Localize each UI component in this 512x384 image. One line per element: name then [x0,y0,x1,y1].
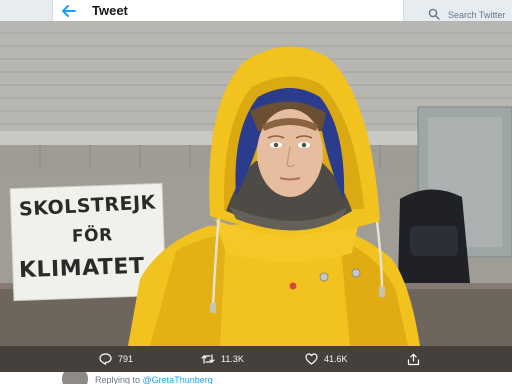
tweet-photo[interactable]: SKOLSTREJK FÖR KLIMATET [0,21,512,346]
share-button[interactable] [407,352,420,366]
tweet-actions-bar: 791 11.3K 41.6K [0,346,512,372]
back-arrow-icon[interactable] [60,4,76,18]
heart-icon [305,353,318,365]
reply-context: Replying to @GretaThunberg [0,372,512,384]
like-button[interactable]: 41.6K [305,352,348,366]
retweet-button[interactable]: 11.3K [201,352,244,366]
retweet-icon [201,354,215,364]
avatar[interactable] [62,372,88,384]
reply-button[interactable]: 791 [99,352,133,366]
reply-count: 791 [118,354,134,364]
sign-line-3: KLIMATET [18,253,145,284]
reply-icon [99,353,112,365]
like-count: 41.6K [324,354,348,364]
sign-line-2: FÖR [71,225,113,247]
page-title: Tweet [92,3,128,18]
search-placeholder: Search Twitter [448,10,506,20]
replying-to-label: Replying to [95,375,141,384]
share-icon [407,353,420,365]
mention-link[interactable]: @GretaThunberg [143,375,213,384]
retweet-count: 11.3K [221,354,244,364]
photo-illustration [0,21,512,346]
replying-to-text: Replying to @GretaThunberg [95,375,213,384]
search-icon [428,8,440,20]
